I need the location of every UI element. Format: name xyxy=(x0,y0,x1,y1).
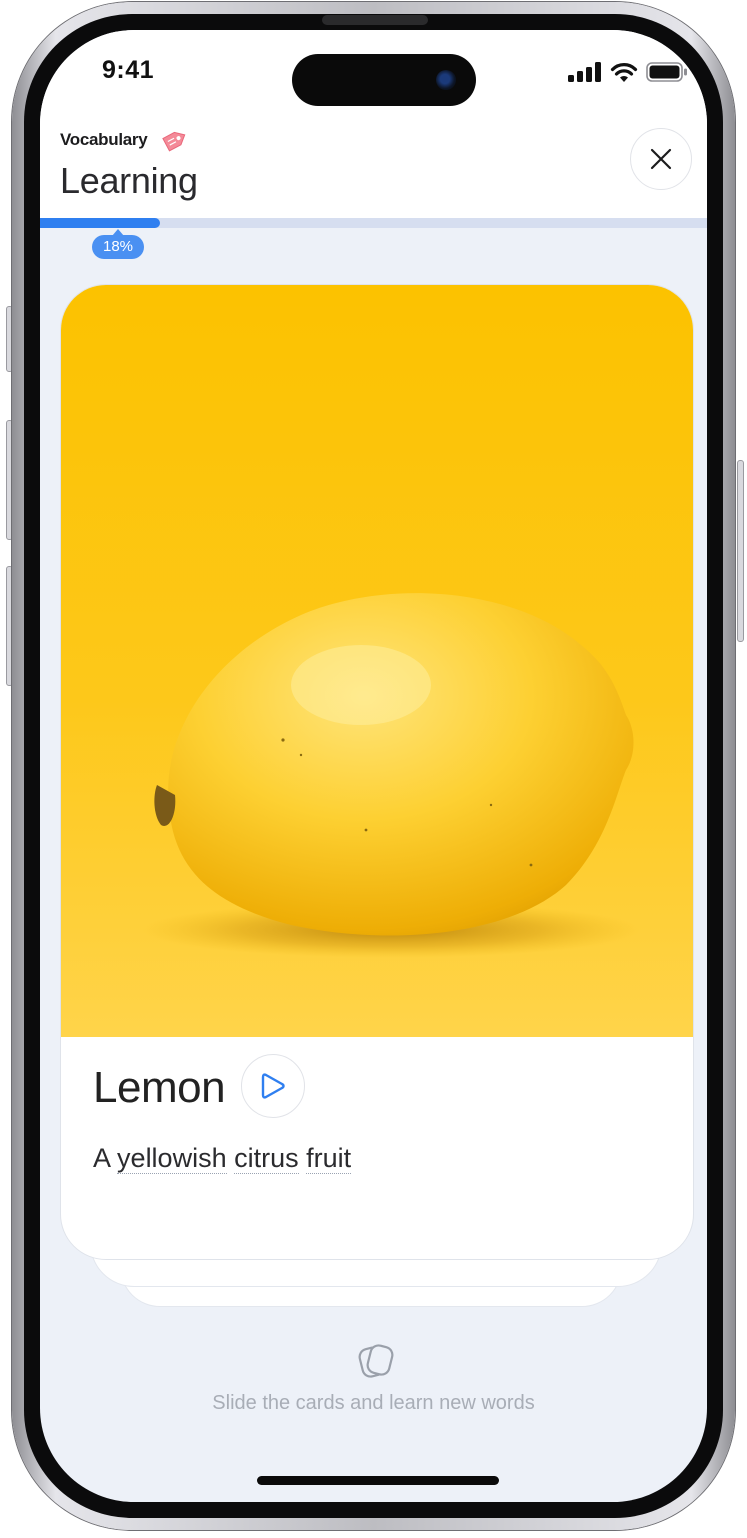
page-title: Learning xyxy=(60,160,198,201)
power-button[interactable] xyxy=(737,460,744,642)
card-definition: A yellowish citrus fruit xyxy=(93,1143,352,1174)
home-indicator[interactable] xyxy=(257,1476,499,1485)
definition-word[interactable]: A xyxy=(93,1143,110,1173)
hint-text: Slide the cards and learn new words xyxy=(212,1392,535,1414)
breadcrumb: Vocabulary xyxy=(60,130,148,149)
cellular-signal-icon xyxy=(568,62,601,82)
play-pronunciation-button[interactable] xyxy=(241,1054,305,1118)
wifi-icon xyxy=(610,63,638,82)
dynamic-island xyxy=(292,54,476,106)
progress-fill xyxy=(40,218,161,228)
progress-bar xyxy=(40,218,707,228)
status-bar: 9:41 xyxy=(40,30,707,120)
earpiece-speaker xyxy=(322,15,428,25)
screen: 9:41 Vocabulary Learning 18% Lemon A yel… xyxy=(40,30,707,1502)
battery-icon xyxy=(646,62,687,82)
card-word: Lemon xyxy=(93,1063,226,1112)
tag-icon xyxy=(162,131,186,152)
flashcard[interactable]: Lemon A yellowish citrus fruit xyxy=(60,284,694,1260)
definition-word[interactable]: yellowish xyxy=(117,1143,227,1174)
header: Vocabulary Learning xyxy=(40,120,707,218)
progress-badge: 18% xyxy=(92,229,144,259)
definition-word[interactable]: fruit xyxy=(306,1143,352,1174)
close-icon xyxy=(650,148,672,170)
lemon-photo xyxy=(61,285,693,1037)
close-button[interactable] xyxy=(630,128,692,190)
definition-word[interactable]: citrus xyxy=(234,1143,299,1174)
play-icon xyxy=(261,1073,285,1099)
front-camera xyxy=(436,70,456,90)
cards-icon xyxy=(358,1344,394,1378)
status-time: 9:41 xyxy=(102,56,155,84)
